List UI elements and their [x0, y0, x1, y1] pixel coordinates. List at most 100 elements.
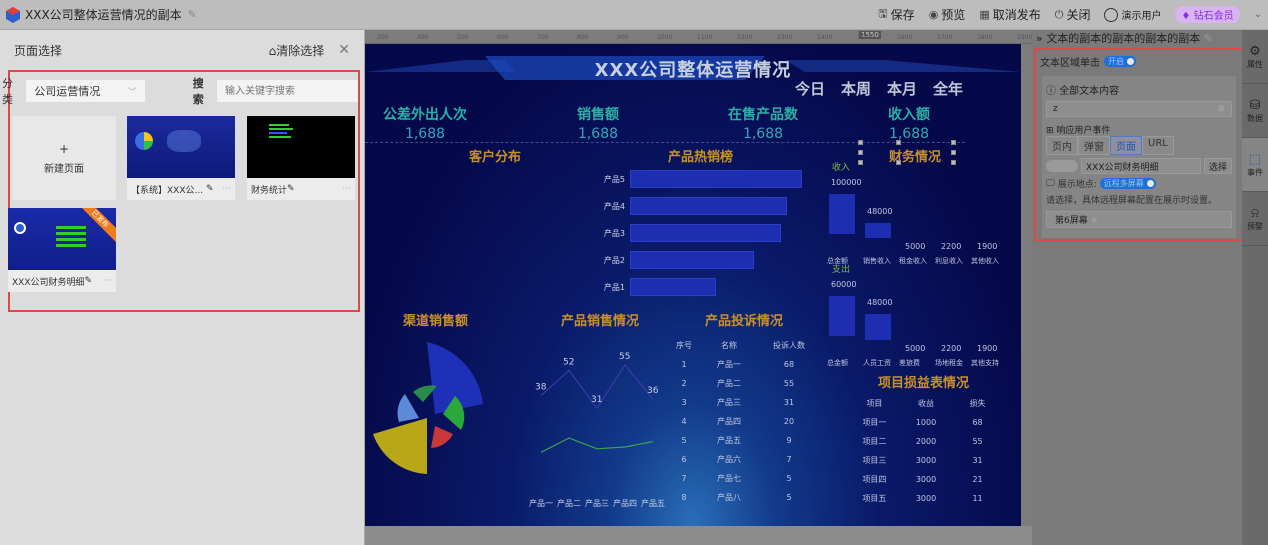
axis-tick-label: 产品一 — [529, 498, 553, 508]
kpi-card: 销售额 1,688 — [528, 104, 668, 142]
table-cell: 项目一 — [862, 418, 887, 427]
table-cell: 7 — [681, 474, 687, 483]
content-input[interactable]: z ⊗ — [1046, 101, 1232, 117]
page-card[interactable]: 【系统】XXX公... ✎ ··· — [127, 116, 235, 200]
resize-handle[interactable] — [951, 140, 956, 145]
close-button[interactable]: ⏻ 关闭 — [1055, 6, 1091, 23]
resize-handle[interactable] — [896, 140, 901, 145]
period-tabs: 今日 本周 本月 全年 — [795, 78, 963, 99]
unpublish-button[interactable]: ▦ 取消发布 — [979, 6, 1040, 23]
page-card[interactable]: 财务统计 ✎ ··· — [247, 116, 355, 200]
new-page-label: 新建页面 — [44, 163, 84, 175]
event-tab-active[interactable]: 页面 — [1110, 136, 1142, 155]
table-cell: 项目二 — [862, 437, 887, 446]
edit-title-icon[interactable]: ✎ — [188, 8, 197, 21]
edit-icon[interactable]: ✎ — [287, 184, 295, 194]
resize-handle[interactable] — [951, 160, 956, 165]
table-cell: 11 — [972, 494, 983, 503]
search-input[interactable] — [217, 80, 358, 102]
axis-label: 其他支持 — [971, 359, 999, 367]
table-cell: 项目三 — [862, 456, 887, 465]
resize-handle[interactable] — [858, 160, 863, 165]
tab-data[interactable]: ⛁ 数据 — [1242, 84, 1268, 138]
category-select[interactable]: 公司运营情况 ﹀ — [26, 80, 145, 102]
dashboard-canvas[interactable]: XXX公司整体运营情况 今日 本周 本月 全年 公差外出人次 1,688 销售额 1… — [365, 44, 1021, 526]
eye-icon: ◉ — [928, 8, 939, 21]
resize-handle[interactable] — [896, 160, 901, 165]
collapse-icon[interactable]: » — [1036, 32, 1043, 45]
axis-label: 租金收入 — [899, 257, 927, 265]
table-row: 项目三 3000 31 — [851, 451, 1001, 470]
tab-label: 数据 — [1247, 113, 1263, 123]
period-tab[interactable]: 本周 — [841, 78, 871, 99]
edit-icon[interactable]: ✎ — [85, 276, 93, 286]
bar — [865, 314, 891, 340]
more-icon[interactable]: ··· — [103, 276, 112, 286]
table-row: 项目一 1000 68 — [851, 413, 1001, 432]
cursor-icon: ⬚ — [1248, 151, 1262, 167]
bar-label: 产品4 — [603, 202, 625, 211]
page-select-panel: 页面选择 ⌂清除选择 ✕ 分类 公司运营情况 ﹀ 搜索 + 新建页面 【系统】X… — [0, 30, 365, 545]
period-tab[interactable]: 全年 — [933, 78, 963, 99]
data-label: 2200 — [941, 242, 962, 251]
data-label: 31 — [591, 395, 602, 405]
search-label: 搜索 — [192, 77, 204, 106]
page-thumbnail: 已发布 — [8, 208, 116, 270]
edit-icon[interactable]: ✎ — [1204, 32, 1213, 45]
remove-tag-icon[interactable]: × — [1091, 216, 1099, 226]
axis-label: 其他收入 — [971, 257, 999, 265]
resize-handle[interactable] — [858, 140, 863, 145]
unpublish-label: 取消发布 — [992, 8, 1041, 22]
preview-button[interactable]: ◉ 预览 — [929, 6, 966, 23]
close-panel-icon[interactable]: ✕ — [338, 42, 350, 58]
table-cell: 3 — [681, 398, 687, 407]
table-cell: 产品一 — [717, 360, 741, 369]
section-title: 产品投诉情况 — [705, 314, 784, 329]
tab-alerts[interactable]: ⍾ 预警 — [1242, 192, 1268, 246]
clear-input-icon[interactable]: ⊗ — [1217, 104, 1225, 114]
event-tab[interactable]: 页内 — [1046, 136, 1078, 155]
edit-icon[interactable]: ✎ — [206, 184, 214, 194]
user-menu[interactable]: 演示用户 — [1104, 7, 1161, 22]
resize-handle[interactable] — [951, 150, 956, 155]
new-page-card[interactable]: + 新建页面 — [12, 116, 116, 200]
power-icon: ⏻ — [1054, 7, 1064, 21]
tab-properties[interactable]: ⚙ 属性 — [1242, 30, 1268, 84]
ruler-tick: 1500 — [857, 34, 873, 41]
target-page-input[interactable]: XXX公司财务明细 — [1081, 158, 1201, 174]
tab-events[interactable]: ⬚ 事件 — [1242, 138, 1268, 192]
more-icon[interactable]: ··· — [222, 184, 231, 194]
bar-label: 产品1 — [603, 283, 625, 292]
resize-handle[interactable] — [858, 150, 863, 155]
ruler-tick: 1700 — [937, 34, 953, 41]
period-tab[interactable]: 本月 — [887, 78, 917, 99]
clear-selection-button[interactable]: ⌂清除选择 — [269, 42, 325, 59]
screen-tag[interactable]: 第6屏幕 × — [1046, 211, 1232, 228]
section-title: 产品销售情况 — [561, 314, 640, 329]
page-toggle[interactable] — [1046, 160, 1078, 172]
choose-button[interactable]: 选择 — [1203, 158, 1232, 174]
table-row: 项目四 3000 21 — [851, 470, 1001, 489]
axis-label: 差旅费 — [899, 359, 920, 367]
period-tab[interactable]: 今日 — [795, 78, 825, 99]
table-cell: 5 — [681, 436, 687, 445]
table-cell: 3000 — [915, 475, 937, 484]
series-label: 支出 — [832, 265, 851, 275]
axis-label: 销售收入 — [863, 257, 891, 265]
event-tab[interactable]: 弹窗 — [1078, 136, 1110, 155]
ruler-tick: 1400 — [817, 34, 833, 41]
page-card-selected[interactable]: 已发布 XXX公司财务明细 ✎ ··· — [8, 208, 116, 292]
ruler-tick: 500 — [457, 34, 469, 41]
user-name: 演示用户 — [1121, 11, 1162, 22]
event-tab[interactable]: URL — [1142, 136, 1174, 155]
ruler-tick: 400 — [417, 34, 429, 41]
click-toggle[interactable]: 开启 — [1104, 56, 1136, 67]
save-button[interactable]: 🖫 保存 — [878, 5, 914, 24]
display-toggle[interactable]: 远程多屏幕 — [1099, 178, 1156, 189]
table-cell: 项目四 — [862, 475, 887, 484]
more-icon[interactable]: ··· — [342, 184, 351, 194]
property-panel: » 文本的副本的副本的副本的副本 ✎ 文本区域单击 开启 ⓘ 全部文本内容 z ⊗… — [1032, 30, 1244, 545]
data-label: 36 — [647, 386, 659, 396]
chevron-down-icon[interactable]: ⌄ — [1254, 9, 1262, 20]
close-label: 关闭 — [1066, 8, 1091, 22]
